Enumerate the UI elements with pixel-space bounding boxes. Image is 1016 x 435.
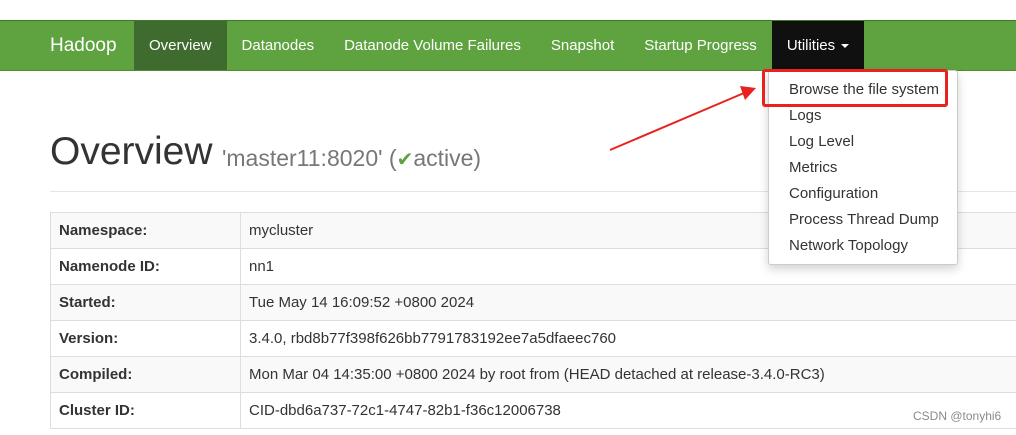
brand-logo[interactable]: Hadoop: [50, 21, 117, 70]
menu-item-process-thread-dump[interactable]: Process Thread Dump: [789, 211, 939, 228]
table-value: Mon Mar 04 14:35:00 +0800 2024 by root f…: [240, 356, 1016, 393]
table-row: Version: 3.4.0, rbd8b77f398f626bb77917831…: [50, 320, 1016, 357]
nav-utilities-dropdown[interactable]: Utilities: [771, 21, 865, 70]
annotation-highlight-box: [762, 69, 948, 107]
table-key: Version:: [50, 320, 241, 357]
table-row: Started: Tue May 14 16:09:52 +0800 2024: [50, 284, 1016, 321]
nav-menu: Overview Datanodes Datanode Volume Failu…: [134, 21, 865, 70]
table-key: Namenode ID:: [50, 248, 241, 285]
table-key: Namespace:: [50, 212, 241, 249]
watermark: CSDN @tonyhi6: [913, 409, 1002, 423]
table-value: 3.4.0, rbd8b77f398f626bb7791783192ee7a5d…: [240, 320, 1016, 357]
subtitle-close-paren: ): [473, 145, 482, 171]
table-key: Compiled:: [50, 356, 241, 393]
checkmark-icon: ✔: [396, 149, 414, 171]
nav-datanodes[interactable]: Datanodes: [227, 21, 330, 70]
caret-down-icon: [841, 44, 850, 49]
menu-item-metrics[interactable]: Metrics: [789, 159, 837, 176]
namenode-address: 'master11:8020' (: [222, 145, 397, 171]
menu-item-logs[interactable]: Logs: [789, 107, 822, 124]
navbar: Hadoop Overview Datanodes Datanode Volum…: [0, 20, 1016, 71]
menu-item-network-topology[interactable]: Network Topology: [789, 237, 908, 254]
table-row: Compiled: Mon Mar 04 14:35:00 +0800 2024 …: [50, 356, 1016, 393]
top-spacer: [0, 0, 1016, 20]
nav-overview[interactable]: Overview: [134, 21, 227, 70]
table-value: Tue May 14 16:09:52 +0800 2024: [240, 284, 1016, 321]
nav-datanode-volume-failures[interactable]: Datanode Volume Failures: [329, 21, 536, 70]
table-key: Cluster ID:: [50, 392, 241, 429]
nav-startup-progress[interactable]: Startup Progress: [629, 21, 772, 70]
table-key: Started:: [50, 284, 241, 321]
nav-snapshot[interactable]: Snapshot: [536, 21, 629, 70]
menu-item-configuration[interactable]: Configuration: [789, 185, 878, 202]
page-subtitle: 'master11:8020' (✔active): [222, 145, 481, 172]
nav-utilities-label: Utilities: [786, 37, 836, 54]
menu-item-log-level[interactable]: Log Level: [789, 133, 854, 150]
table-value: CID-dbd6a737-72c1-4747-82b1-f36c12006738: [240, 392, 1016, 429]
table-row: Cluster ID: CID-dbd6a737-72c1-4747-82b1-f…: [50, 392, 1016, 429]
namenode-status: active: [413, 145, 474, 171]
page-title: Overview: [50, 130, 213, 173]
